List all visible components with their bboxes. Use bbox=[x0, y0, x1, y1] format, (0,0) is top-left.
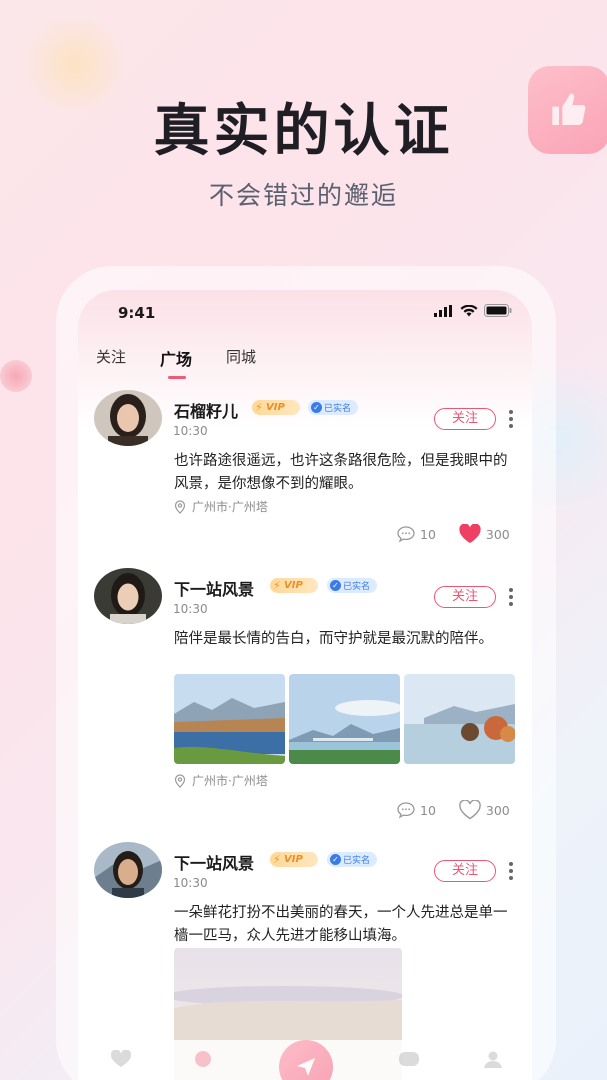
post-text: 也许路途很遥远，也许这条路很危险，但是我眼中的风景，是你想像不到的耀眼。 bbox=[174, 453, 508, 492]
like-count: 300 bbox=[485, 802, 510, 818]
feed-tabs: 关注 广场 同城 bbox=[96, 346, 290, 379]
avatar[interactable] bbox=[94, 842, 162, 898]
post-stats: 10 300 bbox=[396, 524, 510, 544]
post-time: 10:30 bbox=[173, 424, 208, 438]
post-stats: 10 300 bbox=[396, 800, 510, 820]
check-icon: ✓ bbox=[330, 854, 341, 865]
feed-post: 石榴籽儿 ⚡ VIP ✓ 已实名 10:30 关注 也许路途很遥远，也许这条路很危险… bbox=[78, 390, 532, 560]
more-icon[interactable] bbox=[508, 410, 514, 428]
hero-title: 真实的认证 bbox=[153, 99, 454, 164]
tab-indicator bbox=[168, 376, 187, 379]
heart-filled-icon bbox=[459, 524, 481, 543]
avatar[interactable] bbox=[94, 390, 162, 446]
profile-tab-icon[interactable] bbox=[482, 1050, 504, 1068]
check-icon: ✓ bbox=[311, 402, 322, 413]
paper-plane-icon bbox=[297, 1058, 315, 1076]
location-text: 广州市·广州塔 bbox=[192, 500, 268, 514]
post-image[interactable] bbox=[289, 674, 400, 764]
message-tab-icon[interactable] bbox=[398, 1050, 420, 1068]
like-button[interactable]: 300 bbox=[458, 524, 510, 544]
follow-button[interactable]: 关注 bbox=[434, 860, 496, 882]
username[interactable]: 石榴籽儿 bbox=[174, 398, 238, 422]
bolt-icon: ⚡ bbox=[273, 853, 281, 866]
follow-button[interactable]: 关注 bbox=[434, 586, 496, 608]
more-icon[interactable] bbox=[508, 862, 514, 880]
vip-badge: ⚡ VIP bbox=[252, 400, 300, 415]
comment-count: 10 bbox=[420, 526, 436, 542]
follow-button[interactable]: 关注 bbox=[434, 408, 496, 430]
post-image[interactable] bbox=[404, 674, 515, 764]
post-time: 10:30 bbox=[173, 602, 208, 616]
heart-outline-icon bbox=[459, 800, 481, 820]
feed-post: 下一站风景 ⚡ VIP ✓ 已实名 10:30 关注 陪伴是最长情的告白，而守护就是… bbox=[78, 568, 532, 820]
post-text: 陪伴是最长情的告白，而守护就是最沉默的陪伴。 bbox=[174, 631, 493, 647]
signal-icon bbox=[434, 304, 452, 317]
location: 广州市·广州塔 bbox=[174, 498, 268, 515]
comment-icon bbox=[397, 526, 415, 543]
status-time: 9:41 bbox=[118, 304, 156, 322]
discover-tab-icon[interactable] bbox=[192, 1050, 214, 1068]
post-text: 一朵鲜花打扮不出美丽的春天，一个人先进总是单一樯一匹马，众人先进才能移山填海。 bbox=[174, 905, 508, 944]
tab-nearby[interactable]: 同城 bbox=[226, 346, 256, 370]
vip-badge: ⚡ VIP bbox=[270, 852, 318, 867]
background-decoration bbox=[0, 360, 32, 392]
wifi-icon bbox=[460, 304, 478, 316]
like-count: 300 bbox=[485, 526, 510, 542]
location-pin-icon bbox=[174, 499, 186, 514]
comment-icon bbox=[397, 802, 415, 819]
tab-square[interactable]: 广场 bbox=[160, 346, 193, 379]
comment-count: 10 bbox=[420, 802, 436, 818]
vip-badge: ⚡ VIP bbox=[270, 578, 318, 593]
check-icon: ✓ bbox=[330, 580, 341, 591]
post-image[interactable] bbox=[174, 674, 285, 764]
verified-badge: ✓ 已实名 bbox=[308, 400, 358, 415]
post-images bbox=[174, 674, 515, 764]
hero-subtitle: 不会错过的邂逅 bbox=[208, 181, 398, 210]
status-bar: 9:41 bbox=[78, 290, 532, 334]
more-icon[interactable] bbox=[508, 588, 514, 606]
bolt-icon: ⚡ bbox=[255, 401, 263, 414]
location-text: 广州市·广州塔 bbox=[192, 774, 268, 788]
username[interactable]: 下一站风景 bbox=[174, 850, 254, 874]
avatar[interactable] bbox=[94, 568, 162, 624]
location: 广州市·广州塔 bbox=[174, 772, 268, 789]
verified-badge: ✓ 已实名 bbox=[327, 852, 377, 867]
like-button[interactable]: 300 bbox=[458, 800, 510, 820]
post-time: 10:30 bbox=[173, 876, 208, 890]
tab-label: 广场 bbox=[160, 350, 193, 369]
verified-badge: ✓ 已实名 bbox=[327, 578, 377, 593]
username[interactable]: 下一站风景 bbox=[174, 576, 254, 600]
heart-tab-icon[interactable] bbox=[110, 1050, 132, 1068]
comment-button[interactable]: 10 bbox=[396, 525, 436, 543]
location-pin-icon bbox=[174, 773, 186, 788]
phone-screen: 9:41 关注 广场 同城 石榴籽儿 ⚡ VIP ✓ 已实名 10:30 关注 … bbox=[78, 290, 532, 1080]
bolt-icon: ⚡ bbox=[273, 579, 281, 592]
battery-icon bbox=[484, 304, 512, 317]
comment-button[interactable]: 10 bbox=[396, 801, 436, 819]
tab-follow[interactable]: 关注 bbox=[96, 346, 126, 370]
